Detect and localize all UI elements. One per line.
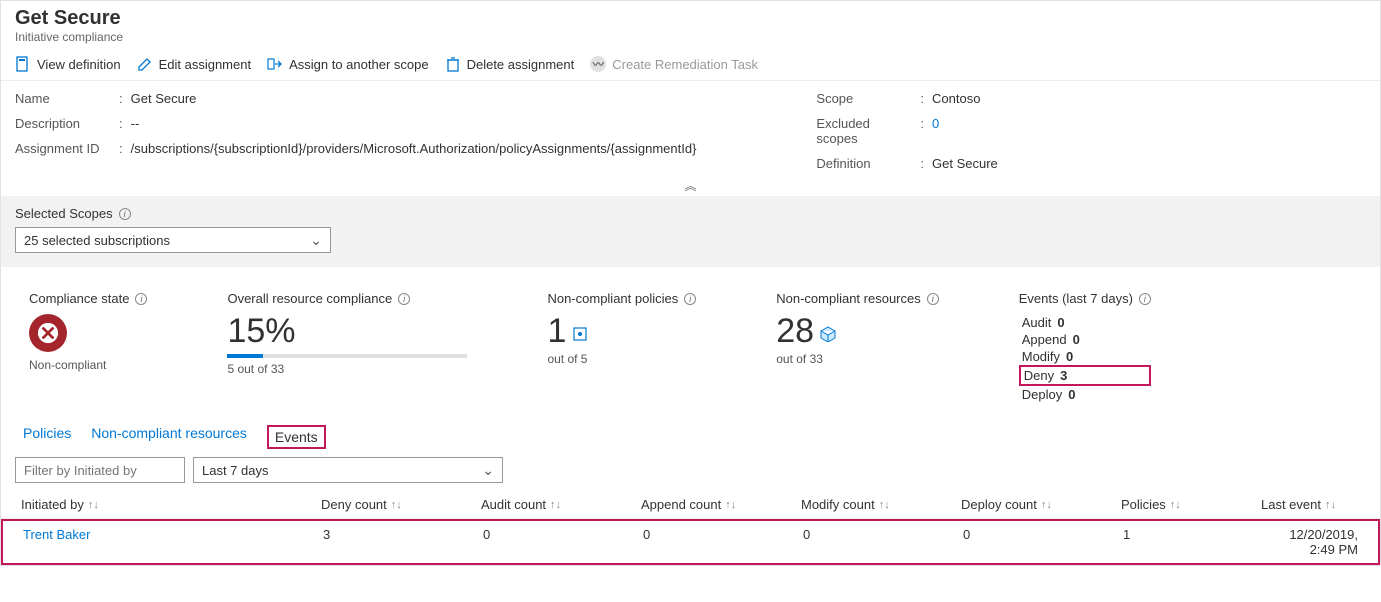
non-compliant-icon xyxy=(29,314,67,352)
excluded-scopes-label: Excluded scopes xyxy=(816,116,912,146)
event-audit[interactable]: Audit0 xyxy=(1019,314,1151,331)
arrow-right-icon xyxy=(267,56,283,72)
scope-value: Contoso xyxy=(932,91,980,106)
overall-compliance-tile: Overall resource compliancei 15% 5 out o… xyxy=(227,291,467,376)
sort-icon: ↑↓ xyxy=(1325,499,1336,511)
name-value: Get Secure xyxy=(131,91,197,106)
sort-icon: ↑↓ xyxy=(1041,499,1052,511)
initiated-by-link[interactable]: Trent Baker xyxy=(23,527,323,557)
col-deploy-count[interactable]: Deploy count↑↓ xyxy=(961,497,1121,512)
chevron-down-icon: ⌄ xyxy=(310,232,322,249)
events-table: Initiated by↑↓ Deny count↑↓ Audit count↑… xyxy=(1,491,1380,565)
compliance-state-tile: Compliance statei Non-compliant xyxy=(29,291,147,372)
tab-events[interactable]: Events xyxy=(267,425,326,449)
policy-icon xyxy=(572,326,588,342)
cube-icon xyxy=(820,326,836,342)
excluded-scopes-value[interactable]: 0 xyxy=(932,116,939,146)
col-policies[interactable]: Policies↑↓ xyxy=(1121,497,1261,512)
event-deploy[interactable]: Deploy0 xyxy=(1019,386,1151,403)
assignment-id-value: /subscriptions/{subscriptionId}/provider… xyxy=(131,141,697,156)
noncompliant-policies-sub: out of 5 xyxy=(547,352,696,366)
compliance-state-label: Non-compliant xyxy=(29,358,147,372)
description-value: -- xyxy=(131,116,140,131)
col-audit-count[interactable]: Audit count↑↓ xyxy=(481,497,641,512)
pencil-icon xyxy=(137,56,153,72)
description-label: Description xyxy=(15,116,111,131)
sort-icon: ↑↓ xyxy=(88,499,99,511)
definition-label: Definition xyxy=(816,156,912,171)
info-icon[interactable]: i xyxy=(1139,293,1151,305)
table-row[interactable]: Trent Baker 3 0 0 0 0 1 12/20/2019, 2:49… xyxy=(1,519,1380,565)
event-deny[interactable]: Deny3 xyxy=(1019,365,1151,386)
noncompliant-policies-count: 1 xyxy=(547,314,566,348)
compliance-progress-bar xyxy=(227,354,467,358)
name-label: Name xyxy=(15,91,111,106)
noncompliant-resources-tile: Non-compliant resourcesi 28 out of 33 xyxy=(776,291,939,366)
view-definition-button[interactable]: View definition xyxy=(15,56,121,72)
info-icon[interactable]: i xyxy=(119,208,131,220)
overall-compliance-percent: 15% xyxy=(227,314,467,348)
info-icon[interactable]: i xyxy=(135,293,147,305)
info-icon[interactable]: i xyxy=(927,293,939,305)
metadata-section: Name:Get Secure Description:-- Assignmen… xyxy=(1,81,1380,175)
assignment-id-label: Assignment ID xyxy=(15,141,111,156)
sort-icon: ↑↓ xyxy=(725,499,736,511)
event-append[interactable]: Append0 xyxy=(1019,331,1151,348)
noncompliant-policies-tile: Non-compliant policiesi 1 out of 5 xyxy=(547,291,696,366)
trash-icon xyxy=(445,56,461,72)
event-modify[interactable]: Modify0 xyxy=(1019,348,1151,365)
toolbar: View definition Edit assignment Assign t… xyxy=(1,48,1380,81)
col-deny-count[interactable]: Deny count↑↓ xyxy=(321,497,481,512)
col-last-event[interactable]: Last event ↑↓ xyxy=(1261,497,1360,512)
info-icon[interactable]: i xyxy=(398,293,410,305)
overall-compliance-sub: 5 out of 33 xyxy=(227,362,467,376)
col-initiated-by[interactable]: Initiated by↑↓ xyxy=(21,497,321,512)
events-tile: Events (last 7 days)i Audit0 Append0 Mod… xyxy=(1019,291,1151,403)
noncompliant-resources-sub: out of 33 xyxy=(776,352,939,366)
edit-assignment-button[interactable]: Edit assignment xyxy=(137,56,252,72)
create-remediation-button: 〰 Create Remediation Task xyxy=(590,56,758,72)
page-title: Get Secure xyxy=(15,7,1366,30)
collapse-chevron[interactable]: ︽ xyxy=(1,175,1380,196)
sort-icon: ↑↓ xyxy=(391,499,402,511)
filter-time-range-dropdown[interactable]: Last 7 days ⌄ xyxy=(193,457,503,483)
col-append-count[interactable]: Append count↑↓ xyxy=(641,497,801,512)
selected-scopes-dropdown[interactable]: 25 selected subscriptions ⌄ xyxy=(15,227,331,253)
sort-icon: ↑↓ xyxy=(550,499,561,511)
delete-assignment-button[interactable]: Delete assignment xyxy=(445,56,575,72)
chevron-down-icon: ⌄ xyxy=(482,462,494,479)
sort-icon: ↑↓ xyxy=(879,499,890,511)
assign-scope-button[interactable]: Assign to another scope xyxy=(267,56,428,72)
page-subtitle: Initiative compliance xyxy=(15,30,1366,44)
noncompliant-resources-count: 28 xyxy=(776,314,814,348)
remediation-icon: 〰 xyxy=(590,56,606,72)
info-icon[interactable]: i xyxy=(684,293,696,305)
scope-label: Scope xyxy=(816,91,912,106)
tab-noncompliant-resources[interactable]: Non-compliant resources xyxy=(91,425,247,449)
selected-scopes-label: Selected Scopes xyxy=(15,206,113,221)
sort-icon: ↑↓ xyxy=(1170,499,1181,511)
col-modify-count[interactable]: Modify count↑↓ xyxy=(801,497,961,512)
definition-icon xyxy=(15,56,31,72)
definition-value: Get Secure xyxy=(932,156,998,171)
tab-policies[interactable]: Policies xyxy=(23,425,71,449)
filter-initiated-by-input[interactable] xyxy=(15,457,185,483)
